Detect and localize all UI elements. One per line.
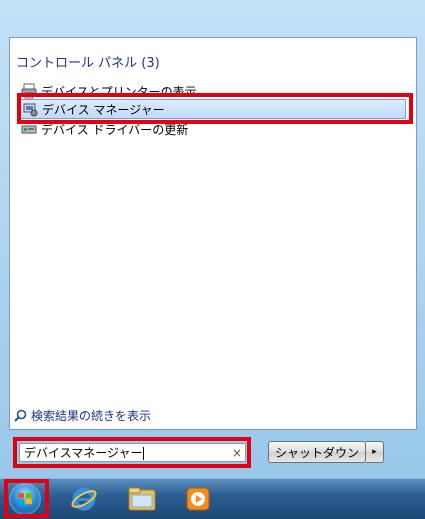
driver-update-icon (20, 120, 38, 138)
search-results-panel: コントロール パネル (3) デバイスとプリンターの表示 デバイス マネージャー (9, 37, 417, 430)
result-item-device-manager[interactable]: デバイス マネージャー (20, 99, 406, 119)
start-menu: コントロール パネル (3) デバイスとプリンターの表示 デバイス マネージャー (0, 0, 425, 478)
shutdown-button[interactable]: シャットダウン (268, 441, 366, 463)
printer-icon (20, 82, 38, 100)
result-item-devices-printers[interactable]: デバイスとプリンターの表示 (20, 81, 406, 101)
result-item-label: デバイス マネージャー (42, 102, 165, 117)
search-input-value: デバイスマネージャー (24, 446, 145, 460)
search-icon (14, 409, 27, 422)
result-item-label: デバイス ドライバーの更新 (41, 122, 189, 137)
device-manager-icon (21, 100, 39, 118)
shutdown-options-arrow-icon[interactable]: ▸ (366, 441, 384, 463)
clear-search-icon[interactable]: × (229, 446, 245, 460)
result-item-update-driver[interactable]: デバイス ドライバーの更新 (20, 119, 406, 139)
section-header-control-panel[interactable]: コントロール パネル (3) (16, 52, 160, 71)
see-more-results-link[interactable]: 検索結果の続きを表示 (14, 407, 151, 424)
internet-explorer-icon[interactable] (68, 484, 100, 514)
result-item-label: デバイスとプリンターの表示 (41, 84, 197, 99)
windows-explorer-folder-icon[interactable] (126, 484, 158, 514)
windows-start-orb-icon[interactable] (9, 483, 41, 515)
search-input[interactable]: デバイスマネージャー × (19, 443, 246, 462)
see-more-results-label: 検索結果の続きを表示 (31, 409, 152, 423)
media-player-icon[interactable] (182, 484, 214, 514)
